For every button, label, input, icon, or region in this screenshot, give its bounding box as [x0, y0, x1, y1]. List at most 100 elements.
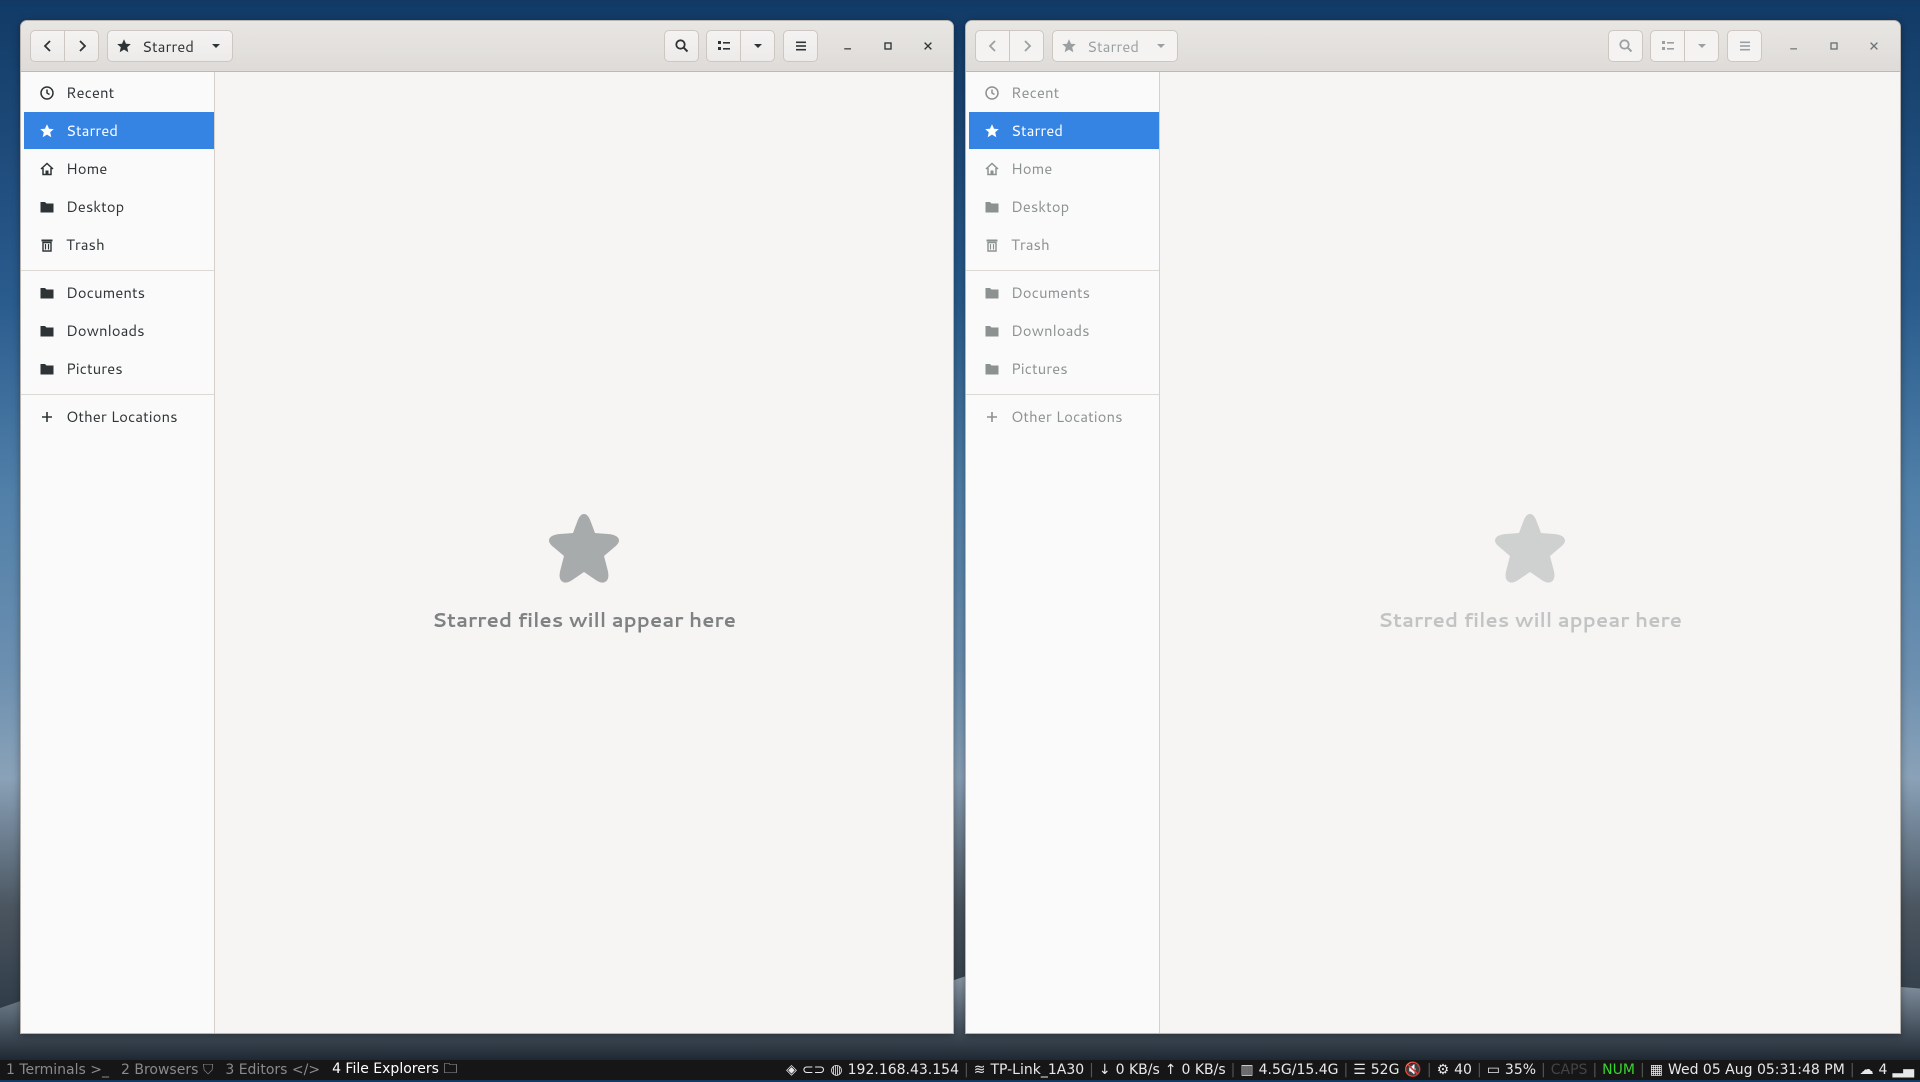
sidebar-item-label: Documents	[1011, 282, 1091, 303]
view-list-button[interactable]	[1650, 30, 1685, 62]
workspace-editors[interactable]: 3 Editors </>	[219, 1062, 326, 1078]
minimize-button[interactable]	[1782, 34, 1806, 58]
location-label: Starred	[142, 35, 194, 57]
battery-icon: ▭	[1486, 1062, 1500, 1078]
folder-icon	[40, 325, 54, 336]
sidebar-item-label: Recent	[1011, 82, 1060, 103]
workspace-browsers[interactable]: 2 Browsers ⛉	[115, 1062, 219, 1078]
menu-button[interactable]	[783, 30, 818, 62]
empty-state-message: Starred files will appear here	[431, 606, 737, 634]
back-button[interactable]	[30, 30, 65, 62]
location-button[interactable]: Starred	[107, 30, 233, 62]
vpn-shield-icon: ◈	[786, 1062, 797, 1078]
header-bar: Starred	[21, 21, 953, 72]
view-options-button[interactable]	[1684, 30, 1719, 62]
sidebar-item-downloads[interactable]: Downloads	[969, 312, 1159, 349]
globe-icon: ◍	[830, 1062, 843, 1078]
chevron-right-icon	[1023, 40, 1031, 52]
empty-state: Starred files will appear here	[215, 512, 953, 634]
trash-icon	[41, 239, 53, 252]
sidebar-item-recent[interactable]: Recent	[969, 74, 1159, 111]
sidebar-item-documents[interactable]: Documents	[24, 274, 214, 311]
sidebar-item-label: Home	[66, 158, 108, 179]
sidebar-separator	[21, 394, 214, 395]
sidebar-item-starred[interactable]: Starred	[969, 112, 1159, 149]
sidebar-item-trash[interactable]: Trash	[24, 226, 214, 263]
star-icon	[549, 514, 619, 583]
sidebar-item-label: Documents	[66, 282, 146, 303]
sidebar-item-home[interactable]: Home	[24, 150, 214, 187]
location-button[interactable]: Starred	[1052, 30, 1178, 62]
clock-datetime[interactable]: Wed 05 Aug 05:31:48 PM	[1668, 1062, 1845, 1078]
sidebar-item-pictures[interactable]: Pictures	[969, 350, 1159, 387]
sidebar-item-label: Downloads	[1011, 320, 1090, 341]
folder-icon	[985, 287, 999, 298]
sidebar-item-label: Starred	[1011, 120, 1063, 141]
hamburger-menu-icon	[1739, 41, 1750, 51]
sidebar-item-pictures[interactable]: Pictures	[24, 350, 214, 387]
view-list-button[interactable]	[706, 30, 741, 62]
chevron-left-icon	[988, 40, 996, 52]
workspace-file-explorers[interactable]: 4 File Explorers 🗀	[326, 1058, 463, 1082]
file-manager-window-active: Starred Recent Starred Home Desktop Tras…	[20, 20, 954, 1034]
search-icon	[1618, 39, 1632, 53]
sidebar-item-desktop[interactable]: Desktop	[24, 188, 214, 225]
workspace-label: 2 Browsers	[121, 1062, 199, 1078]
plus-icon	[42, 411, 52, 422]
sidebar-item-documents[interactable]: Documents	[969, 274, 1159, 311]
close-icon	[924, 42, 932, 50]
menu-button[interactable]	[1727, 30, 1762, 62]
maximize-icon	[884, 42, 892, 50]
cloud-icon: ☁	[1859, 1062, 1874, 1078]
volume-muted-icon[interactable]: 🔇	[1404, 1062, 1421, 1078]
sidebar-item-label: Other Locations	[1011, 406, 1123, 427]
search-button[interactable]	[664, 30, 699, 62]
sidebar-item-recent[interactable]: Recent	[24, 74, 214, 111]
num-lock-indicator: NUM	[1602, 1062, 1635, 1078]
chevron-down-icon	[1697, 44, 1706, 48]
sidebar-item-label: Other Locations	[66, 406, 178, 427]
sidebar-item-other-locations[interactable]: Other Locations	[24, 398, 214, 435]
close-button[interactable]	[1862, 34, 1886, 58]
sidebar-item-label: Trash	[1011, 234, 1050, 255]
sidebar-item-trash[interactable]: Trash	[969, 226, 1159, 263]
sidebar-item-label: Desktop	[1011, 196, 1070, 217]
notification-count[interactable]: 4	[1879, 1062, 1888, 1078]
sidebar-item-other-locations[interactable]: Other Locations	[969, 398, 1159, 435]
signal-bars-icon: ▂▄	[1892, 1062, 1914, 1078]
sidebar-item-label: Recent	[66, 82, 115, 103]
close-button[interactable]	[916, 34, 940, 58]
link-icon: ⊂⊃	[801, 1062, 826, 1078]
chevron-left-icon	[43, 40, 51, 52]
forward-button[interactable]	[64, 30, 99, 62]
search-button[interactable]	[1608, 30, 1643, 62]
workspace-terminals[interactable]: 1 Terminals >_	[0, 1062, 115, 1078]
upload-arrow-icon: ↑	[1164, 1062, 1177, 1078]
search-icon	[674, 39, 688, 53]
list-view-icon	[1661, 41, 1674, 50]
status-panel: 1 Terminals >_ 2 Browsers ⛉ 3 Editors </…	[0, 1060, 1920, 1080]
back-button[interactable]	[975, 30, 1010, 62]
sidebar-item-label: Starred	[66, 120, 118, 141]
disk-icon: ☰	[1353, 1062, 1366, 1078]
maximize-button[interactable]	[876, 34, 900, 58]
disk-free: 52G	[1370, 1062, 1400, 1078]
star-icon	[1495, 514, 1565, 583]
minimize-button[interactable]	[836, 34, 860, 58]
sidebar-item-desktop[interactable]: Desktop	[969, 188, 1159, 225]
file-view[interactable]: Starred files will appear here	[215, 72, 953, 1033]
sidebar-item-home[interactable]: Home	[969, 150, 1159, 187]
battery-level: 35%	[1504, 1062, 1537, 1078]
maximize-button[interactable]	[1822, 34, 1846, 58]
download-speed: 0 KB/s	[1115, 1062, 1160, 1078]
list-view-icon	[717, 41, 730, 50]
file-view[interactable]: Starred files will appear here	[1160, 72, 1900, 1033]
sidebar-item-label: Pictures	[66, 358, 123, 379]
forward-button[interactable]	[1009, 30, 1044, 62]
star-icon	[117, 39, 131, 53]
folder-icon	[985, 325, 999, 336]
sidebar-item-downloads[interactable]: Downloads	[24, 312, 214, 349]
star-icon	[1062, 39, 1076, 53]
view-options-button[interactable]	[740, 30, 775, 62]
sidebar-item-starred[interactable]: Starred	[24, 112, 214, 149]
